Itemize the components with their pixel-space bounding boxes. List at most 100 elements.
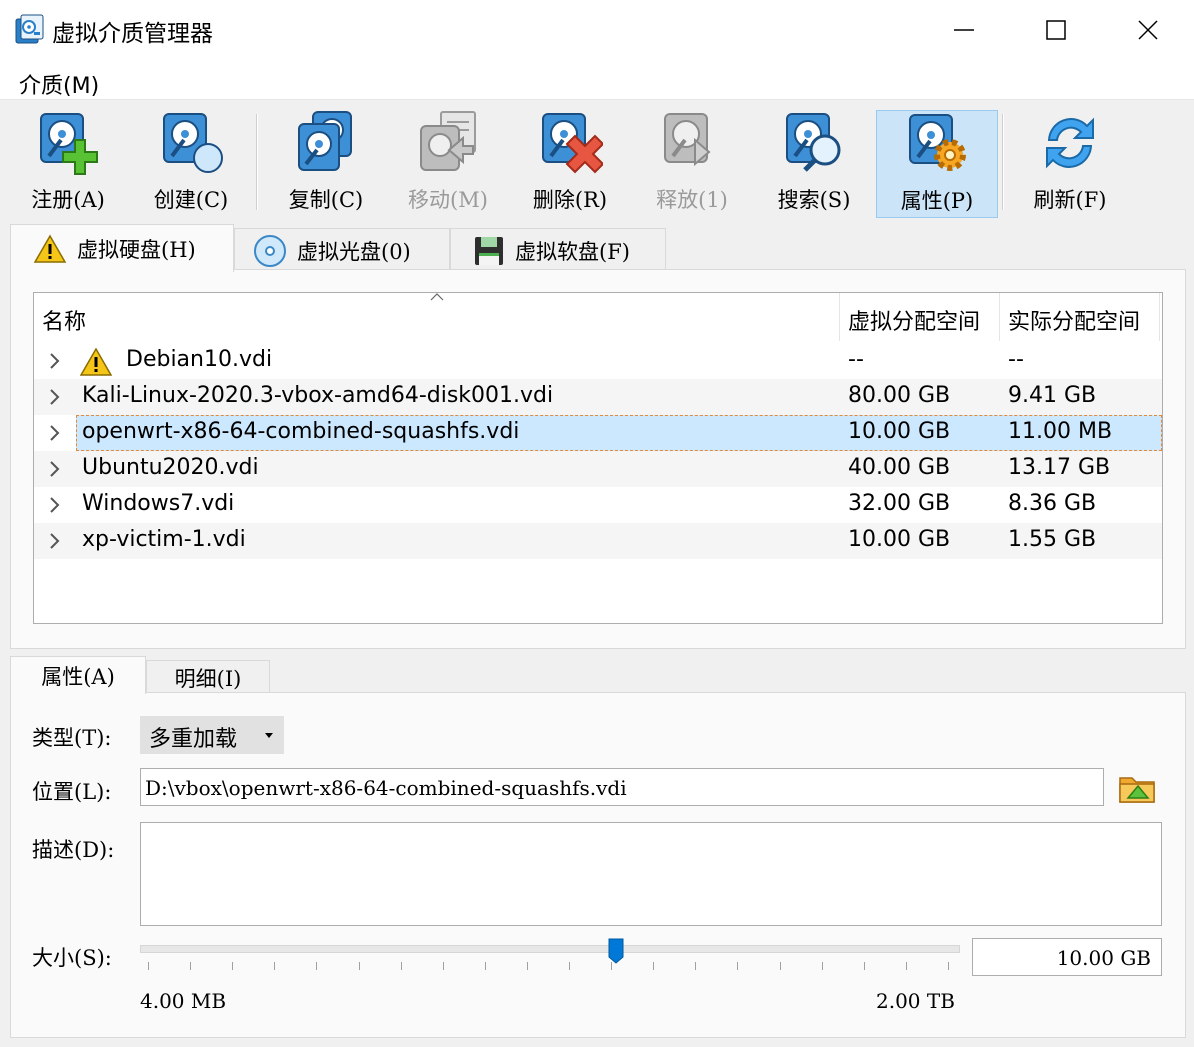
refresh-label: 刷新(F) xyxy=(1033,188,1107,212)
slider-tick xyxy=(148,962,149,970)
maximize-icon xyxy=(1046,20,1066,40)
tab-virtual-floppy-disks[interactable]: 虚拟软盘(F) xyxy=(450,228,666,272)
row-virtual-size: 10.00 GB xyxy=(848,527,951,552)
close-button[interactable] xyxy=(1102,0,1194,60)
release-button[interactable]: 释放(1) xyxy=(646,110,738,218)
refresh-button[interactable]: 刷新(F) xyxy=(1024,110,1116,218)
expand-chevron-icon[interactable] xyxy=(48,460,62,478)
table-row[interactable]: Ubuntu2020.vdi 40.00 GB 13.17 GB xyxy=(34,451,1162,487)
row-virtual-size: 32.00 GB xyxy=(848,491,951,516)
slider-tick xyxy=(569,962,571,970)
row-virtual-size: 40.00 GB xyxy=(848,455,951,480)
media-manager-icon xyxy=(15,14,44,44)
expand-chevron-icon[interactable] xyxy=(48,388,62,406)
row-actual-size: -- xyxy=(1008,347,1024,372)
row-name: xp-victim-1.vdi xyxy=(82,527,246,552)
maximize-button[interactable] xyxy=(1010,0,1102,60)
slider-tick xyxy=(779,962,781,970)
tab-floppy-disk-label: 虚拟软盘(F) xyxy=(515,239,630,264)
tab-attributes-label: 属性(A) xyxy=(41,664,115,689)
slider-tick xyxy=(400,962,402,970)
row-virtual-size: 10.00 GB xyxy=(848,419,951,444)
media-tree[interactable]: 名称 虚拟分配空间 实际分配空间 Debian10.vdi -- -- Kali… xyxy=(33,292,1163,624)
description-field[interactable] xyxy=(140,822,1162,926)
copy-button[interactable]: 复制(C) xyxy=(280,110,372,218)
row-virtual-size: 80.00 GB xyxy=(848,383,951,408)
table-row[interactable]: xp-victim-1.vdi 10.00 GB 1.55 GB xyxy=(34,523,1162,559)
size-max-label: 2.00 TB xyxy=(876,989,955,1013)
tab-hard-disk-label: 虚拟硬盘(H) xyxy=(77,237,196,262)
create-button[interactable]: 创建(C) xyxy=(146,110,236,218)
register-disk-icon xyxy=(40,113,98,175)
expand-chevron-icon[interactable] xyxy=(48,496,62,514)
register-button[interactable]: 注册(A) xyxy=(24,110,112,218)
close-icon xyxy=(1138,20,1158,40)
slider-tick xyxy=(821,962,823,970)
release-disk-icon xyxy=(664,113,711,167)
column-header-virtual-size[interactable]: 虚拟分配空间 xyxy=(840,293,1000,341)
minimize-button[interactable] xyxy=(918,0,1010,60)
properties-label: 属性(P) xyxy=(900,189,974,213)
search-disk-icon xyxy=(786,113,841,172)
toolbar-separator xyxy=(256,114,258,210)
row-name: Ubuntu2020.vdi xyxy=(82,455,259,480)
tab-optical-disk-label: 虚拟光盘(0) xyxy=(297,239,411,264)
column-header-name-label: 名称 xyxy=(42,310,87,335)
tab-information[interactable]: 明细(I) xyxy=(146,660,270,694)
tree-header: 名称 虚拟分配空间 实际分配空间 xyxy=(34,293,1162,341)
slider-tick xyxy=(316,962,318,970)
row-name: Debian10.vdi xyxy=(126,347,273,372)
expand-chevron-icon[interactable] xyxy=(48,352,62,370)
menu-media[interactable]: 介质(M) xyxy=(17,66,101,102)
remove-disk-icon xyxy=(542,113,603,174)
row-actual-size: 13.17 GB xyxy=(1008,455,1111,480)
size-min-label: 4.00 MB xyxy=(140,989,227,1013)
refresh-icon xyxy=(1046,117,1094,169)
search-label: 搜索(S) xyxy=(777,188,851,212)
slider-tick xyxy=(948,962,949,970)
tab-attributes[interactable]: 属性(A) xyxy=(10,656,146,694)
row-actual-size: 1.55 GB xyxy=(1008,527,1097,552)
size-field[interactable]: 10.00 GB xyxy=(972,938,1162,976)
copy-label: 复制(C) xyxy=(288,188,364,212)
expand-chevron-icon[interactable] xyxy=(48,424,62,442)
slider-tick xyxy=(484,962,486,970)
move-button[interactable]: 移动(M) xyxy=(402,110,494,218)
slider-track xyxy=(140,945,960,953)
type-select-value: 多重加载 xyxy=(149,727,238,752)
floppy-disk-icon xyxy=(475,236,503,265)
type-select[interactable]: 多重加载 xyxy=(140,716,284,754)
create-label: 创建(C) xyxy=(153,188,229,212)
selected-row-highlight: openwrt-x86-64-combined-squashfs.vdi 10.… xyxy=(76,415,1162,451)
row-name: openwrt-x86-64-combined-squashfs.vdi xyxy=(82,419,520,444)
toolbar: 注册(A) 创建(C) 复制(C) 移动(M) 删除(R) 释放(1) 搜索(S… xyxy=(0,100,1194,220)
column-header-actual-size[interactable]: 实际分配空间 xyxy=(1000,293,1160,341)
table-row[interactable]: Kali-Linux-2020.3-vbox-amd64-disk001.vdi… xyxy=(34,379,1162,415)
menu-bar: 介质(M) xyxy=(0,62,1194,100)
slider-tick xyxy=(358,962,360,970)
properties-button[interactable]: 属性(P) xyxy=(876,110,998,218)
media-list-panel: 名称 虚拟分配空间 实际分配空间 Debian10.vdi -- -- Kali… xyxy=(10,269,1186,649)
copy-disk-icon xyxy=(298,111,352,171)
table-row[interactable]: Windows7.vdi 32.00 GB 8.36 GB xyxy=(34,487,1162,523)
slider-tick xyxy=(190,962,192,970)
column-header-name[interactable]: 名称 xyxy=(34,293,840,341)
row-name: Kali-Linux-2020.3-vbox-amd64-disk001.vdi xyxy=(82,383,554,408)
tab-virtual-hard-disks[interactable]: 虚拟硬盘(H) xyxy=(10,224,234,272)
table-row[interactable]: openwrt-x86-64-combined-squashfs.vdi 10.… xyxy=(34,415,1162,451)
remove-button[interactable]: 删除(R) xyxy=(524,110,616,218)
slider-tick xyxy=(737,962,739,970)
move-disk-icon xyxy=(420,111,476,171)
location-field[interactable]: D:\vbox\openwrt-x86-64-combined-squashfs… xyxy=(140,768,1104,806)
expand-chevron-icon[interactable] xyxy=(48,532,62,550)
slider-tick xyxy=(905,962,907,970)
search-button[interactable]: 搜索(S) xyxy=(768,110,860,218)
table-row[interactable]: Debian10.vdi -- -- xyxy=(34,343,1162,379)
tab-virtual-optical-disks[interactable]: 虚拟光盘(0) xyxy=(234,228,450,272)
size-slider[interactable] xyxy=(140,938,962,978)
choose-folder-icon[interactable] xyxy=(1118,770,1158,806)
release-label: 释放(1) xyxy=(656,188,728,212)
dropdown-arrow-icon xyxy=(265,733,273,738)
tab-information-label: 明细(I) xyxy=(174,666,242,691)
slider-thumb[interactable] xyxy=(608,938,624,964)
